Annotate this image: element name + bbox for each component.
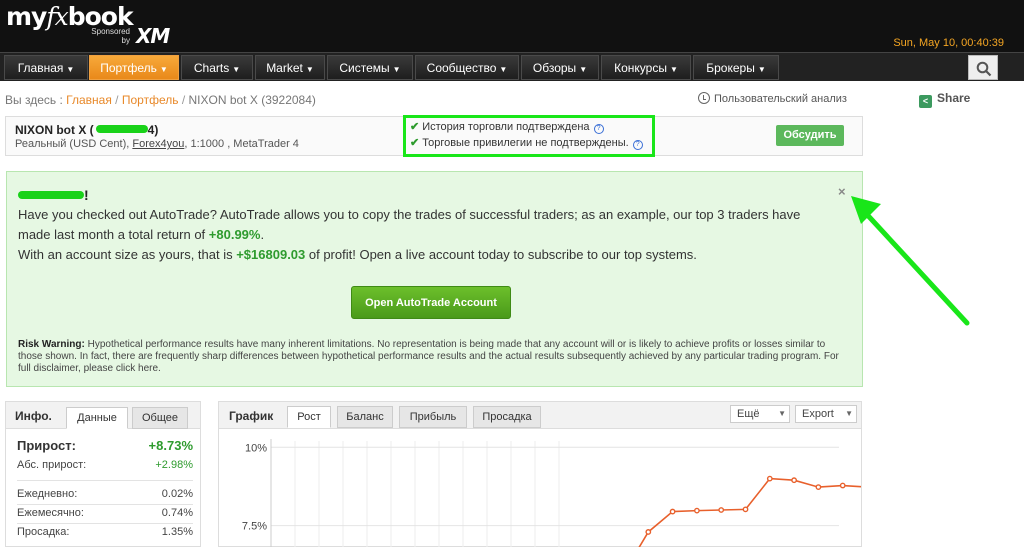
caret-down-icon: ▼ xyxy=(499,65,508,74)
promo-line-3: With an account size as yours, that is +… xyxy=(18,247,697,262)
chevron-down-icon: ▼ xyxy=(845,409,853,418)
redaction-mark xyxy=(95,125,148,133)
data-point[interactable] xyxy=(742,506,749,513)
datetime-display: Sun, May 10, 00:40:39 xyxy=(893,37,1004,49)
tab-balance[interactable]: Баланс xyxy=(337,406,393,428)
tab-general[interactable]: Общее xyxy=(132,407,188,429)
caret-down-icon: ▼ xyxy=(392,65,401,74)
caret-down-icon: ▼ xyxy=(159,65,168,74)
account-description: Реальный (USD Cent), Forex4you, 1:1000 ,… xyxy=(15,138,299,150)
help-icon[interactable]: ? xyxy=(593,124,604,134)
caret-down-icon: ▼ xyxy=(305,65,314,74)
caret-down-icon: ▼ xyxy=(66,65,75,74)
nav-item-charts[interactable]: Charts ▼ xyxy=(181,55,253,80)
autotrade-promo: ! × Have you checked out AutoTrade? Auto… xyxy=(6,171,863,387)
info-panel-header: Инфо. Данные Общее xyxy=(6,402,200,429)
divider xyxy=(17,504,193,505)
breadcrumb-portfolio-link[interactable]: Портфель xyxy=(122,93,179,107)
tab-drawdown[interactable]: Просадка xyxy=(473,406,541,428)
y-tick-label: 10% xyxy=(245,442,267,454)
nav-item-brokers[interactable]: Брокеры ▼ xyxy=(693,55,779,80)
caret-down-icon: ▼ xyxy=(579,65,588,74)
risk-warning: Risk Warning: Hypothetical performance r… xyxy=(18,339,839,374)
data-point[interactable] xyxy=(718,507,725,513)
logo-fx: fx xyxy=(46,2,68,31)
promo-line-1: Have you checked out AutoTrade? AutoTrad… xyxy=(18,207,801,222)
tab-profit[interactable]: Прибыль xyxy=(399,406,467,428)
broker-link[interactable]: Forex4you xyxy=(132,138,184,150)
chart-panel: График Рост Баланс Прибыль Просадка Ещё ▼… xyxy=(218,401,862,547)
data-point[interactable] xyxy=(791,477,797,484)
caret-down-icon: ▼ xyxy=(757,65,766,74)
data-point[interactable] xyxy=(839,482,846,489)
nav-item-contests[interactable]: Конкурсы ▼ xyxy=(601,55,691,80)
data-point[interactable] xyxy=(669,508,676,515)
nav-item-market[interactable]: Market ▼ xyxy=(255,55,325,80)
data-point[interactable] xyxy=(815,484,822,491)
breadcrumb-current: NIXON bot X (3922084) xyxy=(188,93,316,107)
caret-down-icon: ▼ xyxy=(669,65,678,74)
verification-highlight: ✔ История торговли подтверждена? ✔ Торговы… xyxy=(403,115,655,157)
chart-panel-header: График Рост Баланс Прибыль Просадка Ещё ▼… xyxy=(219,402,861,429)
clock-icon xyxy=(698,92,710,104)
return-value: +80.99% xyxy=(208,227,261,242)
chart-title: График xyxy=(229,409,274,423)
series-line xyxy=(638,477,861,547)
nav-item-portfolio[interactable]: Портфель ▼ xyxy=(89,55,179,80)
data-point[interactable] xyxy=(766,475,773,482)
nav-item-home[interactable]: Главная ▼ xyxy=(4,55,88,80)
check-icon: ✔ xyxy=(410,137,420,149)
check-icon: ✔ xyxy=(410,121,420,133)
divider xyxy=(17,523,193,524)
tab-data[interactable]: Данные xyxy=(66,407,128,429)
info-panel: Инфо. Данные Общее Прирост: +8.73% Абс. п… xyxy=(5,401,201,547)
account-name: NIXON bot X (4) xyxy=(15,123,159,137)
xm-sponsor-logo[interactable]: XM xyxy=(136,24,170,48)
export-dropdown[interactable]: Export ▼ xyxy=(795,405,857,423)
chevron-down-icon: ▼ xyxy=(778,409,786,418)
site-header: myfxbook Sponsored by XM Sun, May 10, 00… xyxy=(0,0,1024,52)
tab-growth[interactable]: Рост xyxy=(287,406,331,428)
promo-greeting: ! xyxy=(18,187,89,203)
more-dropdown[interactable]: Ещё ▼ xyxy=(730,405,790,423)
data-point[interactable] xyxy=(693,507,700,514)
drawdown-stat: Просадка: 1.35% xyxy=(17,526,193,538)
breadcrumb: Вы здесь : Главная / Портфель / NIXON bo… xyxy=(5,93,316,107)
open-autotrade-button[interactable]: Open AutoTrade Account xyxy=(351,286,511,319)
main-nav: Главная ▼ Портфель ▼ Charts ▼ Market ▼ Систе… xyxy=(0,52,1024,81)
search-button[interactable] xyxy=(968,55,998,80)
custom-analysis-link[interactable]: Пользовательский анализ xyxy=(698,92,847,105)
info-title: Инфо. xyxy=(15,409,52,423)
nav-item-reviews[interactable]: Обзоры ▼ xyxy=(521,55,599,80)
y-tick-label: 7.5% xyxy=(242,521,267,533)
data-point[interactable] xyxy=(645,529,652,535)
promo-line-2: made last month a total return of +80.99… xyxy=(18,227,265,242)
redaction-mark xyxy=(18,191,84,199)
growth-stat: Прирост: +8.73% xyxy=(17,438,193,453)
share-button[interactable]: < Share xyxy=(919,91,970,108)
growth-chart[interactable]: 10% 7.5% xyxy=(219,429,861,547)
help-icon[interactable]: ? xyxy=(632,140,643,150)
monthly-stat: Ежемесячно: 0.74% xyxy=(17,507,193,519)
verify-privileges: ✔ Торговые привилегии не подтверждены.? xyxy=(410,136,643,150)
caret-down-icon: ▼ xyxy=(232,65,241,74)
abs-growth-stat: Абс. прирост: +2.98% xyxy=(17,459,193,471)
divider xyxy=(17,480,193,481)
profit-value: +$16809.03 xyxy=(236,247,306,262)
nav-item-systems[interactable]: Системы ▼ xyxy=(327,55,413,80)
annotation-arrow xyxy=(851,196,970,326)
breadcrumb-home-link[interactable]: Главная xyxy=(66,93,112,107)
share-icon: < xyxy=(919,95,932,108)
nav-item-community[interactable]: Сообщество ▼ xyxy=(415,55,519,80)
daily-stat: Ежедневно: 0.02% xyxy=(17,488,193,500)
search-icon xyxy=(976,61,992,77)
sponsored-label: Sponsored by xyxy=(91,27,130,45)
discuss-button[interactable]: Обсудить xyxy=(776,125,844,146)
verify-history: ✔ История торговли подтверждена? xyxy=(410,120,604,134)
